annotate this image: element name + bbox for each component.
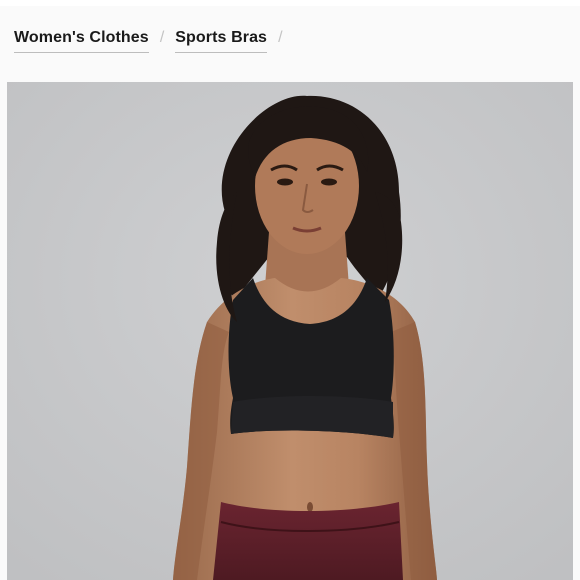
right-eye (321, 178, 337, 186)
navel (307, 502, 313, 512)
breadcrumb: Women's Clothes / Sports Bras / (14, 28, 283, 58)
breadcrumb-sports-bras[interactable]: Sports Bras (175, 28, 268, 53)
product-page: Women's Clothes / Sports Bras / (0, 0, 580, 580)
product-image[interactable] (7, 82, 573, 580)
product-photo-illustration (7, 82, 573, 580)
breadcrumb-separator: / (278, 29, 283, 46)
header-strip (0, 0, 580, 6)
breadcrumb-womens-clothes[interactable]: Women's Clothes (14, 28, 149, 53)
breadcrumb-separator: / (159, 29, 165, 46)
leggings (213, 502, 403, 580)
left-eye (277, 178, 293, 186)
